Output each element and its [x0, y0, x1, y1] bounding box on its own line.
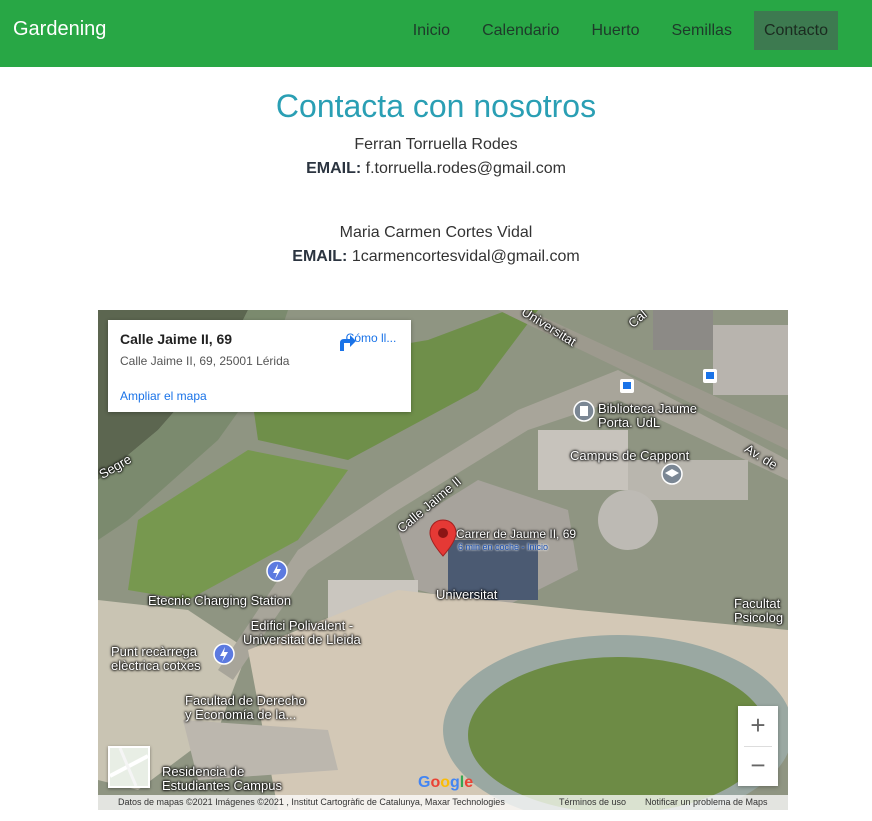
place-label-etecnic[interactable]: Etecnic Charging Station — [148, 594, 291, 608]
place-address: Calle Jaime II, 69, 25001 Lérida — [120, 354, 290, 368]
brand-link[interactable]: Gardening — [13, 18, 106, 41]
directions-button[interactable]: Cómo ll... — [336, 331, 406, 351]
nav-item-calendario[interactable]: Calendario — [472, 11, 569, 50]
nav-item-inicio[interactable]: Inicio — [403, 11, 460, 50]
place-label-facultat[interactable]: Facultat Psicolog — [734, 597, 783, 625]
transit-stop-icon[interactable] — [703, 369, 717, 383]
library-marker-icon[interactable] — [573, 400, 595, 424]
nav-item-huerto[interactable]: Huerto — [581, 11, 649, 50]
contact-email: 1carmencortesvidal@gmail.com — [351, 248, 580, 265]
map-footer: Datos de mapas ©2021 Imágenes ©2021 , In… — [98, 795, 788, 810]
transit-stop-icon[interactable] — [620, 379, 634, 393]
place-label-biblioteca[interactable]: Biblioteca Jaume Porta. UdL — [598, 402, 697, 430]
nav-menu: Inicio Calendario Huerto Semillas Contac… — [391, 11, 838, 50]
contact-name: Ferran Torruella Rodes — [354, 136, 518, 153]
pin-title[interactable]: Carrer de Jaume II, 69 — [456, 527, 576, 541]
zoom-divider — [744, 746, 772, 747]
place-info-card: Calle Jaime II, 69 Calle Jaime II, 69, 2… — [108, 320, 411, 412]
contact-email: f.torruella.rodes@gmail.com — [365, 160, 566, 177]
zoom-out-button[interactable]: − — [738, 746, 778, 786]
map-attribution: Datos de mapas ©2021 Imágenes ©2021 , In… — [118, 797, 505, 807]
enlarge-map-link[interactable]: Ampliar el mapa — [120, 389, 207, 403]
place-label-residencia[interactable]: Residencia de Estudiantes Campus — [162, 765, 282, 793]
directions-icon — [340, 335, 356, 351]
navbar: Gardening Inicio Calendario Huerto Semil… — [0, 0, 872, 67]
school-marker-icon[interactable] — [661, 463, 683, 487]
map-type-toggle[interactable] — [108, 746, 150, 788]
map-embed[interactable]: Segre Universitat Cal Biblioteca Jaume P… — [98, 310, 788, 810]
map-thumbnail-icon — [110, 748, 148, 786]
contact-block-1: Ferran Torruella Rodes EMAIL: f.torruell… — [0, 133, 872, 181]
google-logo: Google — [418, 774, 474, 791]
email-label: EMAIL: — [306, 160, 362, 177]
place-label-edifici[interactable]: Edifici Polivalent - Universitat de Llei… — [243, 619, 361, 647]
charging-station-marker-icon[interactable] — [213, 643, 235, 667]
location-pin-icon[interactable] — [428, 518, 458, 558]
terms-link[interactable]: Términos de uso — [559, 795, 626, 810]
zoom-controls: + − — [738, 706, 778, 786]
report-problem-link[interactable]: Notificar un problema de Maps — [645, 795, 768, 810]
place-label-punt[interactable]: Punt recàrrega elèctrica cotxes — [111, 645, 201, 673]
contact-block-2: Maria Carmen Cortes Vidal EMAIL: 1carmen… — [0, 221, 872, 269]
charging-station-marker-icon[interactable] — [266, 560, 288, 584]
nav-item-semillas[interactable]: Semillas — [661, 11, 741, 50]
contact-name: Maria Carmen Cortes Vidal — [339, 224, 533, 241]
place-label-facultad[interactable]: Facultad de Derecho y Economía de la... — [185, 694, 306, 722]
nav-item-contacto[interactable]: Contacto — [753, 11, 838, 50]
pin-subtitle: 6 min en coche - Inicio — [458, 542, 549, 552]
email-label: EMAIL: — [292, 248, 348, 265]
zoom-in-button[interactable]: + — [738, 706, 778, 746]
place-label-campus[interactable]: Campus de Cappont — [570, 449, 689, 463]
place-title: Calle Jaime II, 69 — [120, 331, 233, 347]
place-label-universitat: Universitat — [436, 587, 498, 602]
page-title: Contacta con nosotros — [275, 88, 597, 124]
